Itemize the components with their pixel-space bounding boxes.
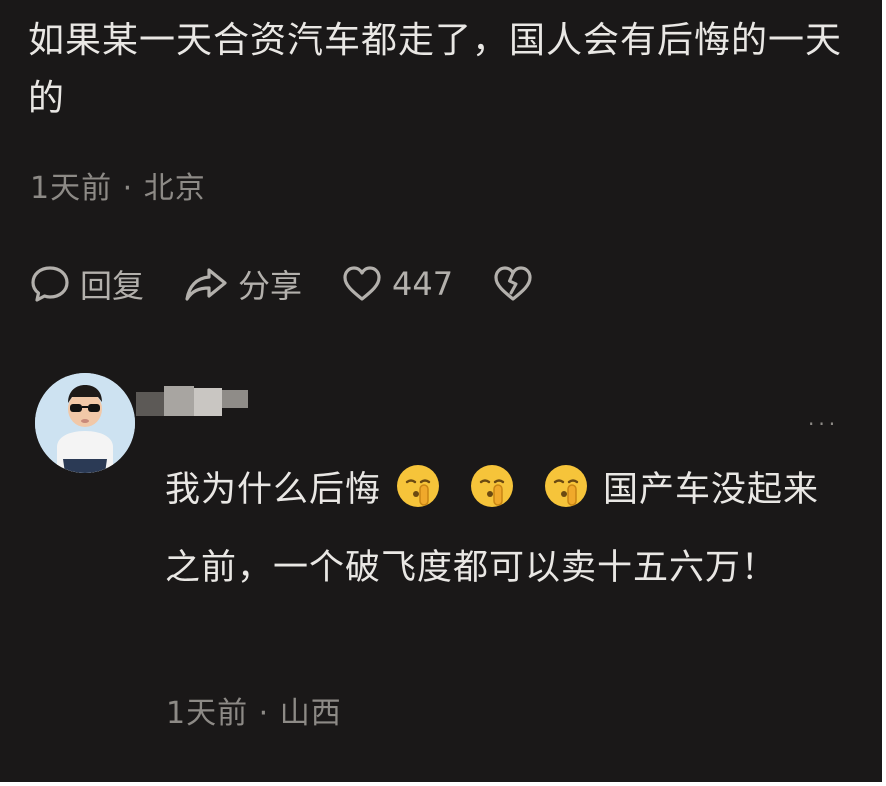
reply-location: 山西: [279, 696, 342, 731]
like-button[interactable]: 447: [340, 262, 453, 306]
reply-meta: 1天前 · 山西: [166, 688, 342, 732]
share-arrow-icon: [185, 268, 227, 301]
comment-body: 如果某一天合资汽车都走了，国人会有后悔的一天的: [28, 20, 843, 119]
share-button[interactable]: 分享: [182, 261, 302, 307]
avatar-illustration: [35, 373, 135, 473]
meta-separator: ·: [112, 171, 144, 206]
comment-bubble-icon: [31, 266, 69, 302]
comment-location: 北京: [143, 171, 206, 206]
shush-face-emoji: [395, 463, 441, 533]
reply-label: 回复: [80, 267, 145, 305]
reply-body: 我为什么后悔 国产车没起来之前，一个破飞度都可以卖十五六万！: [165, 455, 855, 603]
comment-actions: 回复 分享 447: [28, 262, 573, 306]
avatar[interactable]: [35, 373, 135, 473]
shush-face-emoji: [543, 463, 589, 533]
reply-time: 1天前: [166, 696, 249, 731]
broken-heart-icon: [494, 266, 532, 301]
shush-face-emoji: [469, 463, 515, 533]
reply-button[interactable]: 回复: [28, 261, 144, 307]
meta-separator: ·: [248, 696, 280, 731]
comment-meta: 1天前 · 北京: [30, 163, 206, 207]
like-count: 447: [392, 265, 454, 303]
reply-text-before: 我为什么后悔: [165, 470, 382, 510]
share-label: 分享: [238, 267, 303, 305]
dislike-button[interactable]: [491, 262, 535, 306]
comment-time: 1天前: [30, 171, 113, 206]
comment-thread: 如果某一天合资汽车都走了，国人会有后悔的一天的 1天前 · 北京 回复 分享 4…: [0, 0, 882, 782]
more-dots-icon[interactable]: ···: [808, 412, 839, 436]
username-blurred[interactable]: [136, 386, 248, 420]
heart-icon: [343, 266, 381, 301]
